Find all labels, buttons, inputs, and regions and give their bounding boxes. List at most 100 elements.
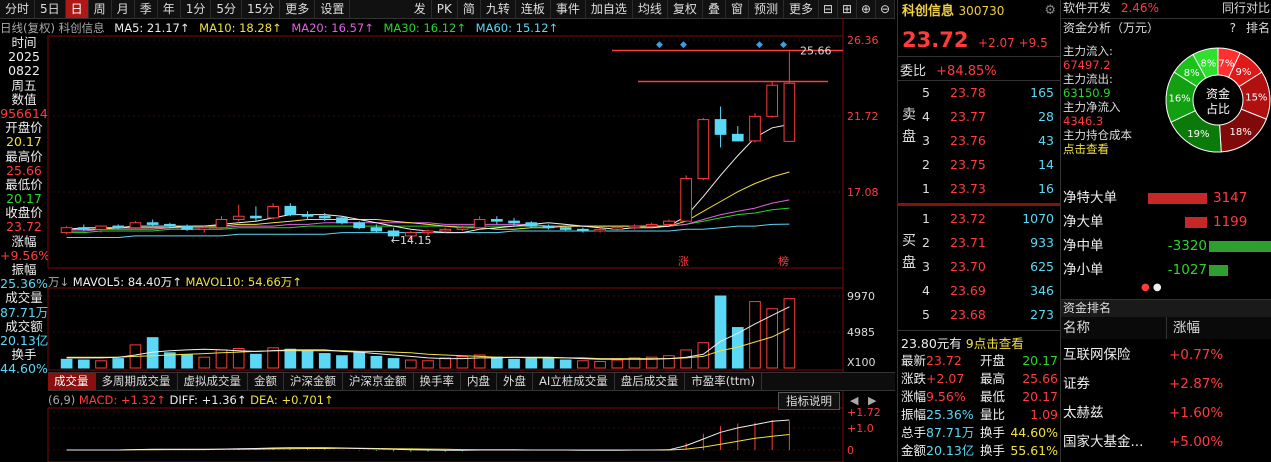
sell-level-row[interactable]: 1 23.73 16 xyxy=(920,178,1058,200)
volume-bar xyxy=(387,358,400,369)
toolbar-button-12[interactable]: 更多 xyxy=(784,0,819,18)
gear-icon[interactable]: ⚙ xyxy=(1044,0,1056,22)
indicator-tab-9[interactable]: AI立桩成交量 xyxy=(533,373,615,390)
toolbar-button-4[interactable]: 连板 xyxy=(516,0,551,18)
level-qty: 346 xyxy=(1030,283,1054,298)
period-tab-10[interactable]: 更多 xyxy=(280,0,316,18)
minimize-icon[interactable]: ⊟ xyxy=(819,0,838,18)
toolbar-button-11[interactable]: 预测 xyxy=(749,0,784,18)
indicator-tab-11[interactable]: 市盈率(ttm) xyxy=(685,373,762,390)
toolbar-button-0[interactable]: 发 xyxy=(409,0,432,18)
buy-level-row[interactable]: 3 23.70 625 xyxy=(920,256,1058,278)
period-tab-0[interactable]: 分时 xyxy=(0,0,36,18)
rank-row[interactable]: 证券 +2.87% xyxy=(1061,371,1271,397)
candle-body xyxy=(336,217,348,224)
stat-cell: 换手 xyxy=(980,425,1006,440)
candle-body xyxy=(198,227,211,230)
candle xyxy=(491,216,503,225)
volume-bar xyxy=(301,350,314,369)
indicator-tab-4[interactable]: 沪深金额 xyxy=(284,373,343,390)
rank-row[interactable]: 国家大基金... +5.00% xyxy=(1061,429,1271,455)
flow-bar xyxy=(1148,193,1207,204)
candle-body xyxy=(525,222,538,227)
toolbar-button-10[interactable]: 窗 xyxy=(726,0,749,18)
candle-body xyxy=(594,228,606,232)
donut-slice-label: 16% xyxy=(1168,94,1190,105)
indicator-help-button[interactable]: 指标说明 xyxy=(778,392,840,410)
zoom-in-icon[interactable]: ⊕ xyxy=(857,0,876,18)
candle xyxy=(473,216,486,230)
toolbar-button-9[interactable]: 叠 xyxy=(703,0,726,18)
toolbar-button-5[interactable]: 事件 xyxy=(551,0,586,18)
period-tab-11[interactable]: 设置 xyxy=(315,0,351,18)
level-number: 5 xyxy=(922,85,930,100)
level-number: 4 xyxy=(922,283,930,298)
indicator-tab-3[interactable]: 金额 xyxy=(248,373,284,390)
cost-link[interactable]: 点击查看 xyxy=(1063,142,1163,156)
candle-body xyxy=(318,215,331,219)
sell-level-row[interactable]: 2 23.75 14 xyxy=(920,154,1058,176)
notice-row: 23.80元有 9点击查看 xyxy=(901,333,1024,352)
level-qty: 625 xyxy=(1030,259,1054,274)
candle-body xyxy=(301,214,314,217)
toolbar-button-3[interactable]: 九转 xyxy=(481,0,516,18)
period-tab-6[interactable]: 年 xyxy=(158,0,181,18)
toolbar-button-2[interactable]: 简 xyxy=(458,0,481,18)
buy-level-row[interactable]: 1 23.72 1070 xyxy=(920,208,1058,230)
period-tab-3[interactable]: 周 xyxy=(89,0,112,18)
indicator-tabs: 成交量 多周期成交量 虚拟成交量 金额 沪深金额 沪深京金额 换手率 内盘 外盘 AI立桩成交量盘… xyxy=(48,372,895,391)
price-tick-label: 17.08 xyxy=(847,186,879,199)
toolbar-button-1[interactable]: PK xyxy=(432,0,458,18)
indicator-tab-6[interactable]: 换手率 xyxy=(414,373,461,390)
stat-cell: 金额 xyxy=(901,443,927,458)
rank-row[interactable]: 互联网保险 +0.77% xyxy=(1061,342,1271,368)
candle xyxy=(232,204,245,222)
indicator-tab-0[interactable]: 成交量 xyxy=(48,373,96,390)
kline-panel-frame xyxy=(47,35,844,269)
candle-body xyxy=(783,82,796,142)
page-dot[interactable]: ● xyxy=(1153,282,1162,293)
indicator-tab-8[interactable]: 外盘 xyxy=(497,373,533,390)
period-tab-7[interactable]: 1分 xyxy=(181,0,212,18)
period-tab-4[interactable]: 月 xyxy=(112,0,135,18)
notice-link[interactable]: 9点击查看 xyxy=(966,336,1024,351)
sell-level-row[interactable]: 3 23.76 43 xyxy=(920,130,1058,152)
volume-bar xyxy=(525,358,538,369)
toolbar-button-6[interactable]: 加自选 xyxy=(586,0,633,18)
toolbar-button-8[interactable]: 复权 xyxy=(668,0,703,18)
zoom-out-icon[interactable]: ⊖ xyxy=(876,0,895,18)
sell-level-row[interactable]: 4 23.77 28 xyxy=(920,106,1058,128)
candle-body xyxy=(645,223,658,227)
page-dots[interactable]: ● ● xyxy=(1141,282,1162,293)
indicator-tab-5[interactable]: 沪深京金额 xyxy=(343,373,414,390)
sector-name[interactable]: 软件开发 xyxy=(1063,1,1111,15)
period-tab-9[interactable]: 15分 xyxy=(242,0,281,18)
buy-level-row[interactable]: 4 23.69 346 xyxy=(920,280,1058,302)
period-tab-8[interactable]: 5分 xyxy=(211,0,243,18)
indicator-tab-2[interactable]: 虚拟成交量 xyxy=(178,373,248,390)
sell-level-row[interactable]: 5 23.78 165 xyxy=(920,82,1058,104)
period-tab-5[interactable]: 季 xyxy=(135,0,158,18)
indicator-tab-10[interactable]: 盘后成交量 xyxy=(615,373,686,390)
toolbar-button-7[interactable]: 均线 xyxy=(633,0,668,18)
compare-link[interactable]: 同行对比 xyxy=(1222,0,1270,17)
indicator-tab-1[interactable]: 多周期成交量 xyxy=(96,373,178,390)
buy-level-row[interactable]: 5 23.68 273 xyxy=(920,304,1058,326)
rank-link[interactable]: 排名 xyxy=(1246,19,1270,37)
indicator-tab-7[interactable]: 内盘 xyxy=(461,373,497,390)
level-price: 23.73 xyxy=(950,181,986,196)
vol-unit: 万↓ xyxy=(48,275,70,289)
help-icon[interactable]: ? xyxy=(1230,19,1236,37)
period-tab-1[interactable]: 5日 xyxy=(35,0,66,18)
grid-icon[interactable]: ⊞ xyxy=(838,0,857,18)
fund-donut-chart: 7%9% 15% 18% 19% 16% 8%8% 资金占比 xyxy=(1165,47,1271,153)
stat-row: 金额 20.13亿 换手 55.61% xyxy=(898,442,1060,459)
info-row: 成交量 xyxy=(5,291,43,306)
page-dot-active[interactable]: ● xyxy=(1141,282,1150,293)
price-tick-label: 26.36 xyxy=(847,34,879,47)
period-tab-2[interactable]: 日 xyxy=(65,0,89,18)
buy-level-row[interactable]: 2 23.71 933 xyxy=(920,232,1058,254)
net-inflow-label: 主力净流入 xyxy=(1063,100,1121,114)
rank-row[interactable]: 太赫兹 +1.60% xyxy=(1061,400,1271,426)
sell-side-label: 卖盘 xyxy=(902,107,916,145)
